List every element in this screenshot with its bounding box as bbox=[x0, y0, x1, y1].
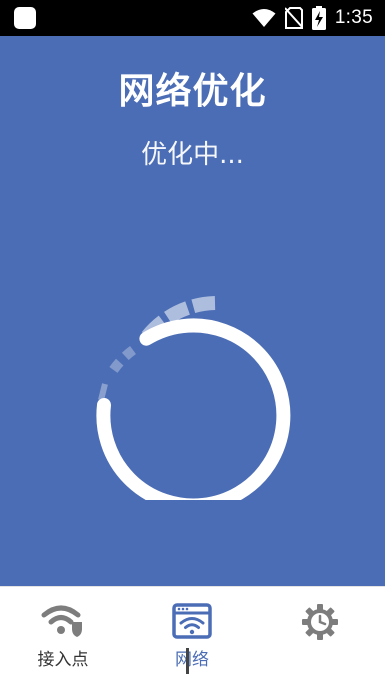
status-indicators: 1:35 bbox=[252, 0, 373, 36]
spinner-trail-end bbox=[98, 383, 108, 401]
optimization-status: 优化中... bbox=[141, 140, 244, 170]
nav-item-network[interactable]: 网络 bbox=[142, 603, 242, 673]
nav-label-network: 网络 bbox=[175, 650, 209, 670]
clock: 1:35 bbox=[334, 7, 373, 28]
spinner-trail-tail bbox=[107, 345, 137, 375]
app-notification-icon bbox=[14, 7, 36, 29]
loading-spinner bbox=[96, 296, 291, 500]
wifi-icon bbox=[252, 9, 276, 27]
page-title: 网络优化 bbox=[118, 71, 267, 112]
battery-charging-icon bbox=[311, 6, 326, 30]
optimization-panel: 网络优化 优化中... bbox=[0, 36, 385, 586]
bottom-navigation: 接入点 网络 bbox=[0, 586, 385, 687]
no-sim-icon bbox=[284, 7, 303, 29]
nav-item-settings[interactable] bbox=[270, 603, 370, 673]
nav-label-access-point: 接入点 bbox=[37, 650, 89, 670]
nav-item-access-point[interactable]: 接入点 bbox=[13, 603, 113, 673]
gear-clock-icon bbox=[302, 604, 338, 640]
text-cursor bbox=[186, 648, 189, 674]
browser-wifi-icon bbox=[172, 603, 212, 639]
wifi-shield-icon bbox=[41, 605, 82, 637]
status-bar: 1:35 bbox=[0, 0, 385, 36]
